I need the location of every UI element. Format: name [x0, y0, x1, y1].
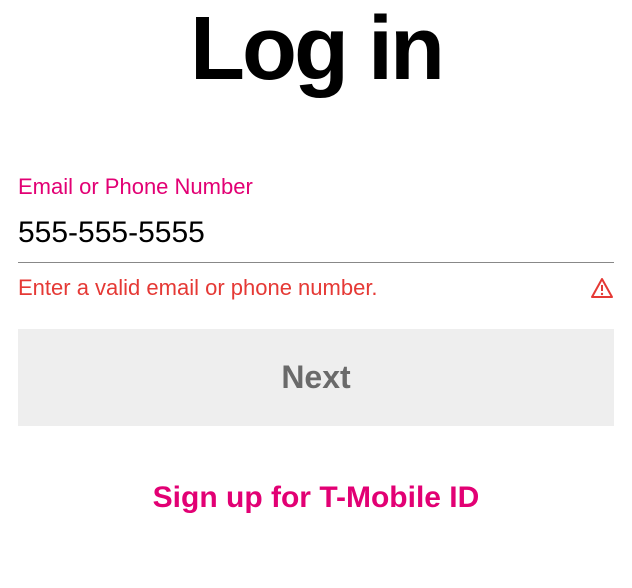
error-row: Enter a valid email or phone number.	[18, 275, 614, 301]
signup-link[interactable]: Sign up for T-Mobile ID	[18, 481, 614, 515]
error-message: Enter a valid email or phone number.	[18, 275, 378, 301]
warning-icon	[590, 276, 614, 300]
email-phone-label: Email or Phone Number	[18, 174, 614, 200]
login-form: Email or Phone Number Enter a valid emai…	[18, 174, 614, 426]
page-title: Log in	[18, 0, 614, 99]
email-phone-input[interactable]	[18, 212, 614, 263]
next-button[interactable]: Next	[18, 329, 614, 426]
